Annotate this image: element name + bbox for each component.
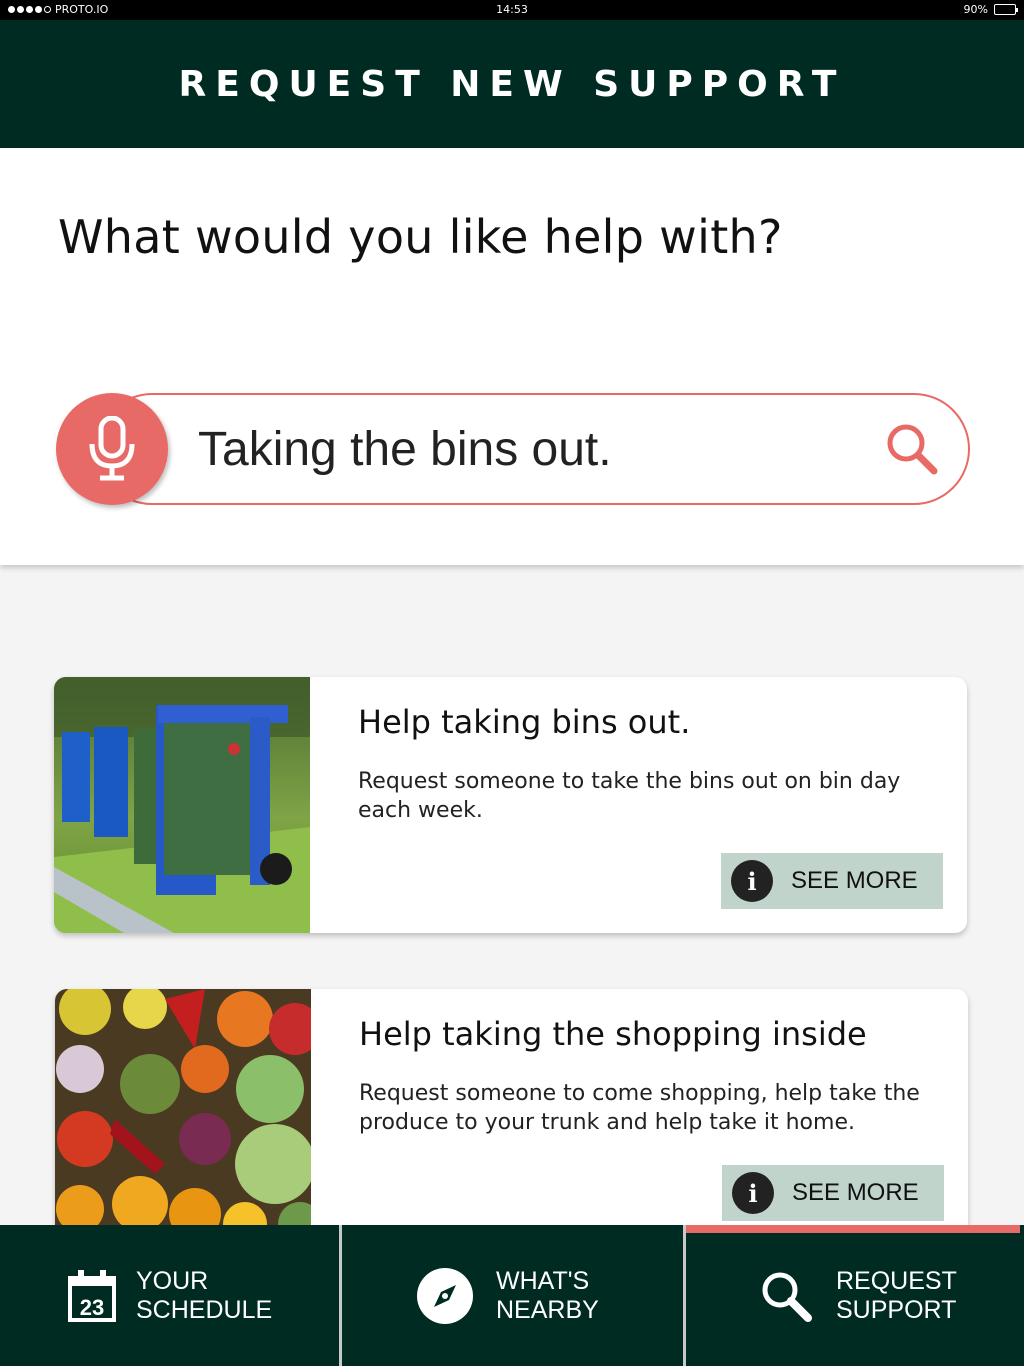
info-icon: i bbox=[732, 1172, 774, 1214]
see-more-button[interactable]: i SEE MORE bbox=[722, 1165, 944, 1221]
magnifier-icon bbox=[887, 424, 938, 475]
calendar-day: 23 bbox=[80, 1295, 104, 1320]
microphone-icon bbox=[89, 416, 135, 481]
see-more-button[interactable]: i SEE MORE bbox=[721, 853, 943, 909]
wheelie-bins-photo bbox=[54, 677, 310, 933]
info-icon: i bbox=[731, 860, 773, 902]
search-input[interactable] bbox=[198, 417, 858, 481]
status-time: 14:53 bbox=[496, 3, 528, 16]
search-icon bbox=[762, 1272, 812, 1322]
nav-label: YOUR SCHEDULE bbox=[136, 1266, 273, 1324]
page-title: REQUEST NEW SUPPORT bbox=[178, 63, 846, 105]
result-title: Help taking bins out. bbox=[358, 703, 691, 741]
battery-status: 90% bbox=[963, 3, 1018, 16]
see-more-label: SEE MORE bbox=[792, 1179, 919, 1206]
search-submit-button[interactable] bbox=[884, 421, 940, 477]
nav-divider bbox=[683, 1225, 686, 1366]
query-panel: What would you like help with? bbox=[0, 148, 1024, 565]
nav-label: REQUEST SUPPORT bbox=[836, 1266, 957, 1324]
result-description: Request someone to come shopping, help t… bbox=[359, 1081, 920, 1135]
calendar-icon: 23 bbox=[68, 1269, 116, 1322]
battery-percentage: 90% bbox=[963, 3, 988, 16]
compass-icon bbox=[417, 1267, 473, 1324]
fresh-produce-photo bbox=[55, 989, 311, 1245]
question-heading: What would you like help with? bbox=[58, 210, 783, 264]
see-more-label: SEE MORE bbox=[791, 867, 918, 894]
page-header: REQUEST NEW SUPPORT bbox=[0, 20, 1024, 148]
result-card-shopping[interactable]: Help taking the shopping inside Request … bbox=[55, 989, 968, 1245]
voice-input-button[interactable] bbox=[56, 393, 168, 505]
result-card-bins[interactable]: Help taking bins out. Request someone to… bbox=[54, 677, 967, 933]
result-title: Help taking the shopping inside bbox=[359, 1015, 867, 1053]
nav-item-request-support[interactable]: REQUEST SUPPORT bbox=[760, 1225, 957, 1366]
status-bar: PROTO.IO 14:53 90% bbox=[0, 0, 1024, 20]
bottom-nav: 23 YOUR SCHEDULE WHAT'S NEARBY REQUEST S… bbox=[0, 1225, 1024, 1366]
nav-item-whats-nearby[interactable]: WHAT'S NEARBY bbox=[416, 1225, 599, 1366]
search-bar bbox=[56, 393, 970, 505]
battery-icon bbox=[994, 4, 1018, 15]
nav-item-your-schedule[interactable]: 23 YOUR SCHEDULE bbox=[68, 1225, 272, 1366]
nav-label: WHAT'S NEARBY bbox=[496, 1266, 599, 1324]
result-description: Request someone to take the bins out on … bbox=[358, 769, 901, 823]
nav-divider bbox=[339, 1225, 342, 1366]
